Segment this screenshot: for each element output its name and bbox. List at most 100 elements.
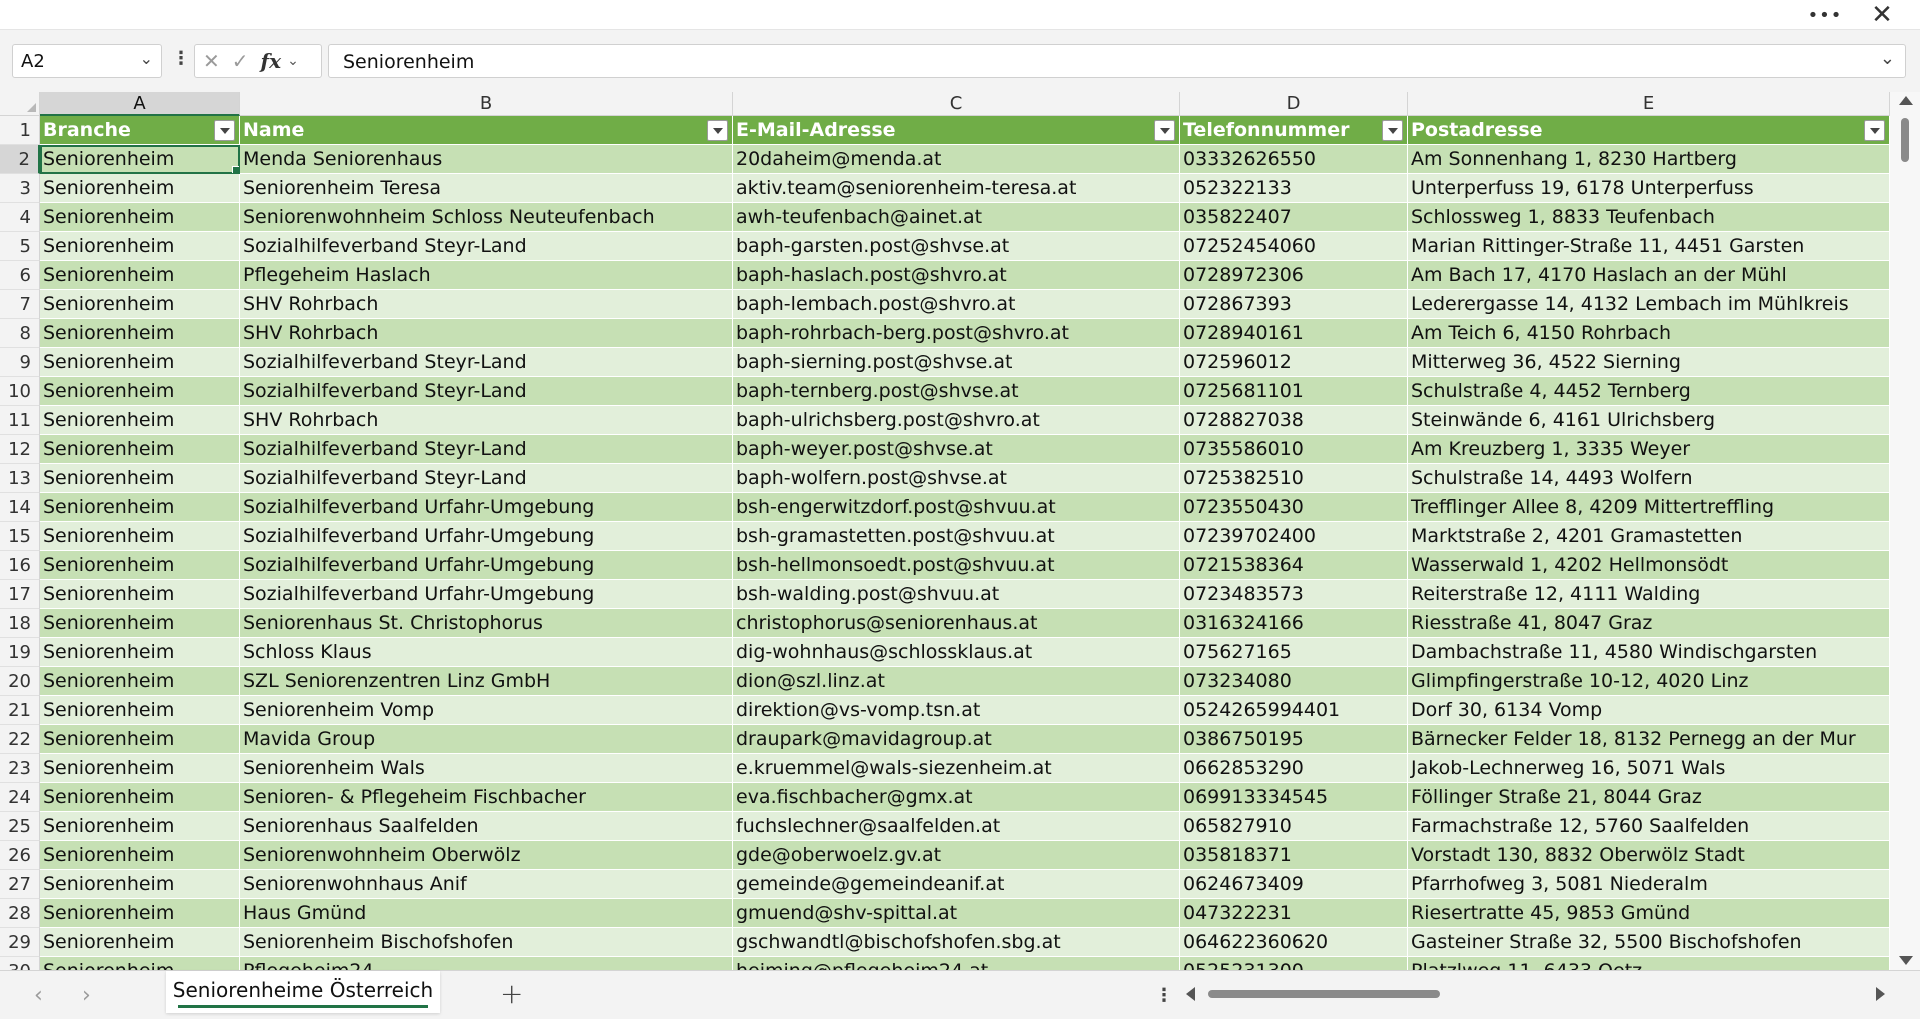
filter-dropdown-icon[interactable] bbox=[707, 120, 728, 141]
table-cell[interactable]: Seniorenheim bbox=[40, 406, 240, 435]
table-cell[interactable]: Seniorenheim bbox=[40, 232, 240, 261]
table-cell[interactable]: Dambachstraße 11, 4580 Windischgarsten bbox=[1408, 638, 1890, 667]
table-cell[interactable]: Seniorenheim bbox=[40, 638, 240, 667]
table-cell[interactable]: Mitterweg 36, 4522 Sierning bbox=[1408, 348, 1890, 377]
scroll-down-icon[interactable] bbox=[1899, 956, 1913, 965]
row-number[interactable]: 24 bbox=[0, 783, 40, 812]
table-cell[interactable]: Schulstraße 14, 4493 Wolfern bbox=[1408, 464, 1890, 493]
table-cell[interactable]: awh-teufenbach@ainet.at bbox=[733, 203, 1180, 232]
table-cell[interactable]: 0728940161 bbox=[1180, 319, 1408, 348]
column-header-a[interactable]: A bbox=[40, 92, 240, 116]
chevron-down-icon[interactable]: ⌄ bbox=[287, 53, 299, 69]
table-cell[interactable]: baph-sierning.post@shvse.at bbox=[733, 348, 1180, 377]
table-cell[interactable]: 0728972306 bbox=[1180, 261, 1408, 290]
insert-function-icon[interactable]: fx bbox=[261, 49, 282, 73]
table-cell[interactable]: 0721538364 bbox=[1180, 551, 1408, 580]
row-number[interactable]: 22 bbox=[0, 725, 40, 754]
table-cell[interactable]: Trefflinger Allee 8, 4209 Mittertrefflin… bbox=[1408, 493, 1890, 522]
table-cell[interactable]: draupark@mavidagroup.at bbox=[733, 725, 1180, 754]
table-cell[interactable]: e.kruemmel@wals-siezenheim.at bbox=[733, 754, 1180, 783]
table-cell[interactable]: Seniorenheim bbox=[40, 464, 240, 493]
table-cell[interactable]: gschwandtl@bischofshofen.sbg.at bbox=[733, 928, 1180, 957]
row-number[interactable]: 10 bbox=[0, 377, 40, 406]
table-cell[interactable]: baph-ulrichsberg.post@shvro.at bbox=[733, 406, 1180, 435]
table-cell[interactable]: Seniorenheim bbox=[40, 261, 240, 290]
table-cell[interactable]: 0723550430 bbox=[1180, 493, 1408, 522]
table-cell[interactable]: 07239702400 bbox=[1180, 522, 1408, 551]
table-cell[interactable]: Seniorenwohnhaus Anif bbox=[240, 870, 733, 899]
table-cell[interactable]: 0525231300 bbox=[1180, 957, 1408, 970]
table-cell[interactable]: 07252454060 bbox=[1180, 232, 1408, 261]
vertical-scroll-thumb[interactable] bbox=[1901, 118, 1909, 162]
table-cell[interactable]: Seniorenheim bbox=[40, 203, 240, 232]
table-cell[interactable]: 065827910 bbox=[1180, 812, 1408, 841]
table-cell[interactable]: Seniorenhaus Saalfelden bbox=[240, 812, 733, 841]
table-cell[interactable]: Menda Seniorenhaus bbox=[240, 145, 733, 174]
next-sheet-icon[interactable]: › bbox=[82, 983, 91, 1008]
column-header-b[interactable]: B bbox=[240, 92, 733, 116]
table-cell[interactable]: 052322133 bbox=[1180, 174, 1408, 203]
table-cell[interactable]: Seniorenheim bbox=[40, 725, 240, 754]
row-number[interactable]: 6 bbox=[0, 261, 40, 290]
table-cell[interactable]: Sozialhilfeverband Steyr-Land bbox=[240, 377, 733, 406]
table-cell[interactable]: 03332626550 bbox=[1180, 145, 1408, 174]
table-cell[interactable]: Seniorenheim bbox=[40, 435, 240, 464]
filter-dropdown-icon[interactable] bbox=[1864, 120, 1885, 141]
table-cell[interactable]: fuchslechner@saalfelden.at bbox=[733, 812, 1180, 841]
table-cell[interactable]: Seniorenheim bbox=[40, 522, 240, 551]
table-cell[interactable]: heiming@pflegeheim24.at bbox=[733, 957, 1180, 970]
formula-input[interactable]: Seniorenheim ⌄ bbox=[328, 44, 1906, 78]
expand-formula-icon[interactable]: ⌄ bbox=[1880, 48, 1895, 69]
table-cell[interactable]: Seniorenwohnheim Schloss Neuteufenbach bbox=[240, 203, 733, 232]
table-cell[interactable]: bsh-walding.post@shvuu.at bbox=[733, 580, 1180, 609]
table-cell[interactable]: direktion@vs-vomp.tsn.at bbox=[733, 696, 1180, 725]
table-cell[interactable]: baph-haslach.post@shvro.at bbox=[733, 261, 1180, 290]
table-cell[interactable]: Seniorenheim bbox=[40, 609, 240, 638]
table-cell[interactable]: SHV Rohrbach bbox=[240, 406, 733, 435]
table-cell[interactable]: 073234080 bbox=[1180, 667, 1408, 696]
table-cell[interactable]: Sozialhilfeverband Steyr-Land bbox=[240, 435, 733, 464]
table-cell[interactable]: Seniorenheim bbox=[40, 783, 240, 812]
table-cell[interactable]: Seniorenheim bbox=[40, 319, 240, 348]
more-options-icon[interactable]: ••• bbox=[1802, 0, 1848, 30]
table-cell[interactable]: 0524265994401 bbox=[1180, 696, 1408, 725]
table-cell[interactable]: baph-lembach.post@shvro.at bbox=[733, 290, 1180, 319]
table-cell[interactable]: Seniorenhaus St. Christophorus bbox=[240, 609, 733, 638]
table-cell[interactable]: Marktstraße 2, 4201 Gramastetten bbox=[1408, 522, 1890, 551]
table-cell[interactable]: gde@oberwoelz.gv.at bbox=[733, 841, 1180, 870]
table-cell[interactable]: Schulstraße 4, 4452 Ternberg bbox=[1408, 377, 1890, 406]
table-cell[interactable]: Jakob-Lechnerweg 16, 5071 Wals bbox=[1408, 754, 1890, 783]
filter-dropdown-icon[interactable] bbox=[1382, 120, 1403, 141]
table-cell[interactable]: 035822407 bbox=[1180, 203, 1408, 232]
table-cell[interactable]: Am Kreuzberg 1, 3335 Weyer bbox=[1408, 435, 1890, 464]
table-cell[interactable]: Wasserwald 1, 4202 Hellmonsödt bbox=[1408, 551, 1890, 580]
table-cell[interactable]: 075627165 bbox=[1180, 638, 1408, 667]
table-cell[interactable]: SZL Seniorenzentren Linz GmbH bbox=[240, 667, 733, 696]
table-cell[interactable]: Vorstadt 130, 8832 Oberwölz Stadt bbox=[1408, 841, 1890, 870]
table-cell[interactable]: Seniorenheim bbox=[40, 754, 240, 783]
table-cell[interactable]: Seniorenheim bbox=[40, 580, 240, 609]
table-cell[interactable]: Pfarrhofweg 3, 5081 Niederalm bbox=[1408, 870, 1890, 899]
table-cell[interactable]: Schlossweg 1, 8833 Teufenbach bbox=[1408, 203, 1890, 232]
table-cell[interactable]: 072596012 bbox=[1180, 348, 1408, 377]
table-cell[interactable]: Sozialhilfeverband Steyr-Land bbox=[240, 348, 733, 377]
row-number[interactable]: 30 bbox=[0, 957, 40, 970]
table-cell[interactable]: Gasteiner Straße 32, 5500 Bischofshofen bbox=[1408, 928, 1890, 957]
row-number[interactable]: 9 bbox=[0, 348, 40, 377]
table-cell[interactable]: Seniorenheim bbox=[40, 899, 240, 928]
row-number[interactable]: 12 bbox=[0, 435, 40, 464]
filter-dropdown-icon[interactable] bbox=[1154, 120, 1175, 141]
table-cell[interactable]: Schloss Klaus bbox=[240, 638, 733, 667]
row-number[interactable]: 29 bbox=[0, 928, 40, 957]
table-cell[interactable]: 0728827038 bbox=[1180, 406, 1408, 435]
table-cell[interactable]: christophorus@seniorenhaus.at bbox=[733, 609, 1180, 638]
scroll-up-icon[interactable] bbox=[1899, 96, 1913, 105]
table-cell[interactable]: Sozialhilfeverband Urfahr-Umgebung bbox=[240, 551, 733, 580]
row-number[interactable]: 16 bbox=[0, 551, 40, 580]
table-cell[interactable]: Sozialhilfeverband Urfahr-Umgebung bbox=[240, 493, 733, 522]
formula-bar-menu-icon[interactable]: ⋮ bbox=[172, 48, 190, 69]
table-cell[interactable]: Seniorenheim bbox=[40, 957, 240, 970]
table-cell[interactable]: Seniorenheim bbox=[40, 841, 240, 870]
table-cell[interactable]: Sozialhilfeverband Urfahr-Umgebung bbox=[240, 580, 733, 609]
table-cell[interactable]: Seniorenheim bbox=[40, 348, 240, 377]
